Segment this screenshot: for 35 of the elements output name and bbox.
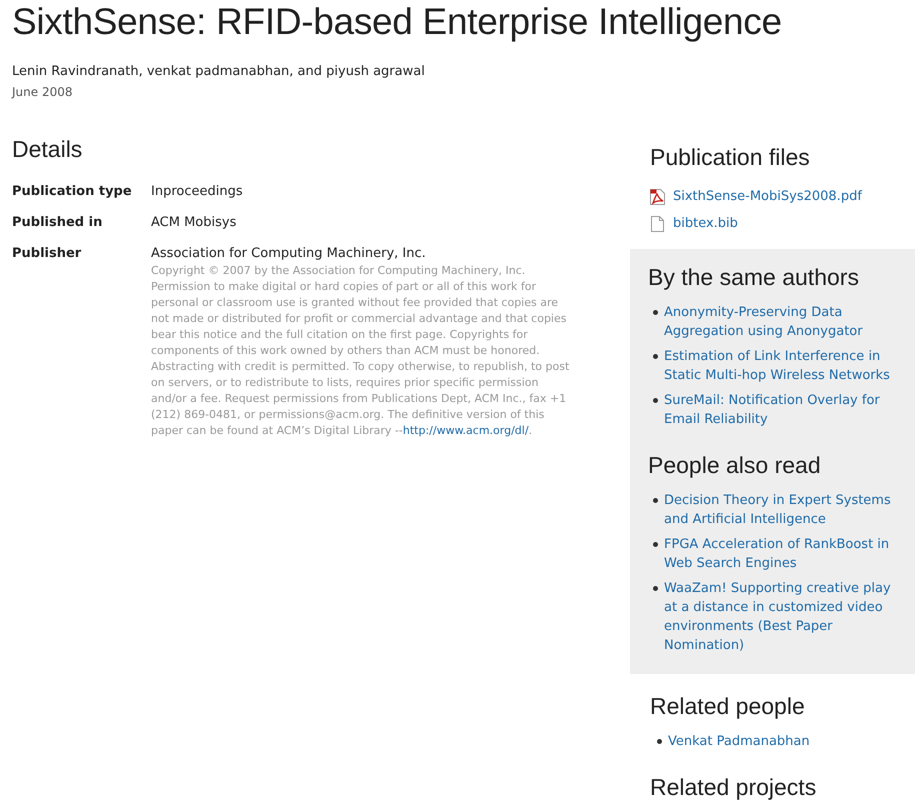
file-link[interactable]: SixthSense-MobiSys2008.pdf <box>673 187 862 206</box>
page-title: SixthSense: RFID-based Enterprise Intelligence <box>12 0 782 44</box>
detail-label: Published in <box>12 214 104 232</box>
detail-label: Publication type <box>12 183 133 201</box>
detail-value: Inproceedings <box>151 183 243 201</box>
detail-value: ACM Mobisys <box>151 214 236 232</box>
bullet-icon <box>657 739 662 744</box>
paper-link[interactable]: SureMail: Notification Overlay for Email Reliability <box>664 391 895 429</box>
section-heading: Related projects <box>650 773 818 800</box>
person-link[interactable]: Venkat Padmanabhan <box>668 732 810 751</box>
bullet-icon <box>653 498 658 503</box>
document-icon <box>650 216 665 232</box>
author-list: Lenin Ravindranath, venkat padmanabhan, and piyush agrawal <box>12 62 618 81</box>
library-link[interactable]: http://www.acm.org/dl/ <box>402 424 529 437</box>
section-heading: By the same authors <box>648 263 860 292</box>
paper-link[interactable]: Anonymity-Preserving Data Aggregation using Anonygator <box>664 303 895 341</box>
paper-link[interactable]: Estimation of Link Interference in Static Multi-hop Wireless Networks <box>664 347 895 385</box>
section-heading: Publication files <box>650 143 811 172</box>
section-heading: Details <box>12 135 84 164</box>
detail-label: Publisher <box>12 245 82 263</box>
file-link[interactable]: bibtex.bib <box>673 214 738 233</box>
pdf-file-icon <box>650 188 665 204</box>
bullet-icon <box>653 310 658 315</box>
copyright-note: Copyright © 2007 by the Association for Computing Machinery, Inc. Permission to make digital or hard copies of part or all of this work for personal or classroom use is granted without fee provided that copies are not made or distributed for profit or commercial advantage and that copies bear this notice and the full citation on the first page. Copyrights for components of this work owned by others than ACM must be honored. Abstracting with credit is permitted. To copy otherwise, to republish, to post on servers, or to redistribute to lists, requires prior specific permission and/or a fee. Request permissions from Publications Dept, ACM Inc., fax +1 (212) 869-0481, or permissions@acm.org. The definitive version of this paper can be found at ACM’s Digital Library --http://www.acm.org/dl/. <box>151 263 570 439</box>
publication-date: June 2008 <box>12 84 74 101</box>
paper-link[interactable]: Decision Theory in Expert Systems and Artificial Intelligence <box>664 491 895 529</box>
detail-value: Association for Computing Machinery, Inc. <box>151 245 426 263</box>
bullet-icon <box>653 398 658 403</box>
paper-link[interactable]: WaaZam! Supporting creative play at a distance in customized video environments (Best Paper Nomination) <box>664 579 895 655</box>
bullet-icon <box>653 542 658 547</box>
bullet-icon <box>653 354 658 359</box>
section-heading: Related people <box>650 692 806 721</box>
section-heading: People also read <box>648 451 822 480</box>
bullet-icon <box>653 586 658 591</box>
paper-link[interactable]: FPGA Acceleration of RankBoost in Web Search Engines <box>664 535 895 573</box>
